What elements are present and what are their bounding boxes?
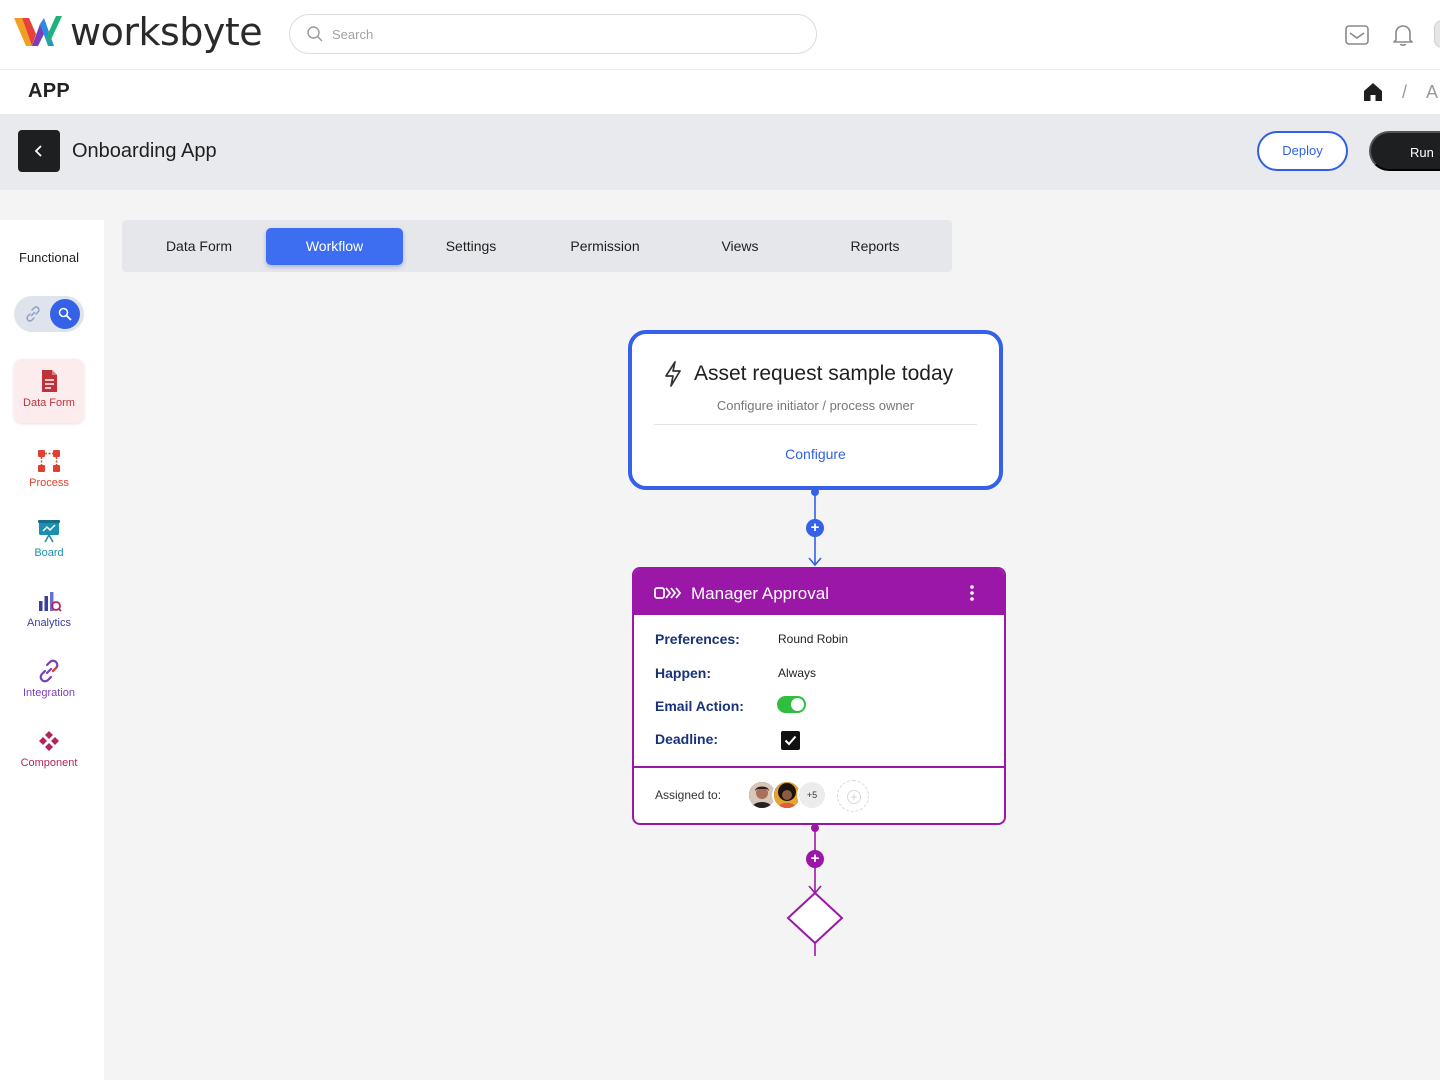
lightning-icon bbox=[665, 361, 681, 387]
assigned-to-label: Assigned to: bbox=[655, 788, 722, 802]
deadline-label: Deadline: bbox=[655, 731, 719, 747]
search-bar[interactable] bbox=[289, 14, 817, 54]
brand-name: worksbyte bbox=[70, 10, 263, 54]
chevron-left-icon bbox=[34, 145, 42, 157]
search-icon bbox=[307, 26, 323, 42]
add-step-button[interactable]: + bbox=[806, 519, 824, 537]
toggle-knob bbox=[50, 299, 80, 329]
sidebar-item-integration[interactable]: Integration bbox=[14, 649, 84, 713]
breadcrumb-separator: / bbox=[1402, 82, 1408, 102]
check-icon bbox=[784, 735, 797, 746]
plus-icon: + bbox=[847, 790, 861, 804]
happen-value: Always bbox=[778, 666, 817, 680]
app-section-label: APP bbox=[28, 80, 71, 102]
add-assignee-button[interactable]: + bbox=[837, 780, 869, 812]
logo-mark-icon bbox=[14, 16, 62, 46]
tab-bar: Data Form Workflow Settings Permission V… bbox=[122, 220, 952, 272]
top-header: worksbyte bbox=[0, 0, 1440, 70]
toggle-knob bbox=[791, 698, 804, 711]
brand-logo[interactable]: worksbyte bbox=[12, 10, 263, 54]
sidebar-item-component[interactable]: Component bbox=[14, 719, 84, 783]
sidebar-item-label: Integration bbox=[23, 687, 75, 699]
email-action-toggle[interactable] bbox=[777, 696, 806, 713]
link-icon bbox=[39, 659, 59, 683]
sidebar-item-process[interactable]: Process bbox=[14, 439, 84, 503]
sidebar-item-data-form[interactable]: Data Form bbox=[14, 359, 84, 423]
tab-reports[interactable]: Reports bbox=[812, 228, 938, 265]
approval-title: Manager Approval bbox=[691, 584, 829, 603]
functional-label: Functional bbox=[19, 250, 79, 265]
document-icon bbox=[42, 370, 57, 392]
trigger-card[interactable]: Asset request sample today Configure ini… bbox=[628, 330, 1003, 490]
mode-toggle[interactable] bbox=[14, 296, 84, 332]
trigger-title: Asset request sample today bbox=[694, 362, 954, 385]
sidebar-item-label: Analytics bbox=[26, 617, 72, 629]
app-row: APP / A bbox=[0, 70, 1440, 114]
approval-header: Manager Approval bbox=[634, 569, 1004, 615]
sidebar-item-label: Data Form bbox=[23, 397, 75, 409]
page-title: Onboarding App bbox=[72, 140, 217, 162]
process-icon bbox=[38, 450, 60, 472]
add-step-button[interactable]: + bbox=[806, 850, 824, 868]
analytics-icon bbox=[39, 592, 62, 612]
title-bar: Onboarding App Deploy Run bbox=[0, 114, 1440, 190]
search-gear-icon bbox=[58, 307, 72, 321]
sidebar-item-board[interactable]: Board bbox=[14, 509, 84, 573]
happen-label: Happen: bbox=[655, 665, 711, 681]
more-assignees-badge[interactable]: +5 bbox=[797, 780, 827, 810]
back-button[interactable] bbox=[18, 130, 60, 172]
deadline-checkbox[interactable] bbox=[781, 731, 800, 750]
bell-icon[interactable] bbox=[1390, 22, 1416, 48]
tab-views[interactable]: Views bbox=[678, 228, 802, 265]
component-icon bbox=[39, 731, 59, 751]
sidebar-item-analytics[interactable]: Analytics bbox=[14, 579, 84, 643]
tab-settings[interactable]: Settings bbox=[410, 228, 532, 265]
approval-step-icon bbox=[654, 587, 682, 599]
divider bbox=[654, 424, 977, 425]
sidebar-item-label: Process bbox=[29, 477, 69, 489]
sidebar-item-label: Component bbox=[20, 757, 78, 769]
mail-icon[interactable] bbox=[1344, 22, 1370, 48]
sidebar-item-label: Board bbox=[34, 547, 64, 559]
tab-permission[interactable]: Permission bbox=[542, 228, 668, 265]
search-input[interactable] bbox=[332, 26, 772, 42]
more-options-icon[interactable] bbox=[968, 583, 976, 603]
configure-link[interactable]: Configure bbox=[632, 446, 999, 462]
run-button[interactable]: Run bbox=[1369, 131, 1440, 171]
home-icon[interactable] bbox=[1361, 80, 1385, 104]
email-action-label: Email Action: bbox=[655, 698, 744, 714]
deploy-button[interactable]: Deploy bbox=[1257, 131, 1348, 171]
breadcrumb-current[interactable]: A bbox=[1426, 82, 1438, 103]
preferences-value: Round Robin bbox=[778, 632, 849, 646]
left-sidebar: Functional Data Form Process Board Analy… bbox=[0, 220, 104, 1080]
link-icon bbox=[26, 306, 40, 322]
approval-card[interactable]: Manager Approval Preferences: Round Robi… bbox=[632, 567, 1006, 825]
trigger-subtitle: Configure initiator / process owner bbox=[716, 398, 915, 413]
avatar[interactable] bbox=[1434, 20, 1440, 48]
divider bbox=[634, 766, 1004, 768]
board-icon bbox=[38, 520, 60, 543]
preferences-label: Preferences: bbox=[655, 631, 740, 647]
tab-data-form[interactable]: Data Form bbox=[138, 228, 260, 265]
tab-workflow[interactable]: Workflow bbox=[266, 228, 403, 265]
